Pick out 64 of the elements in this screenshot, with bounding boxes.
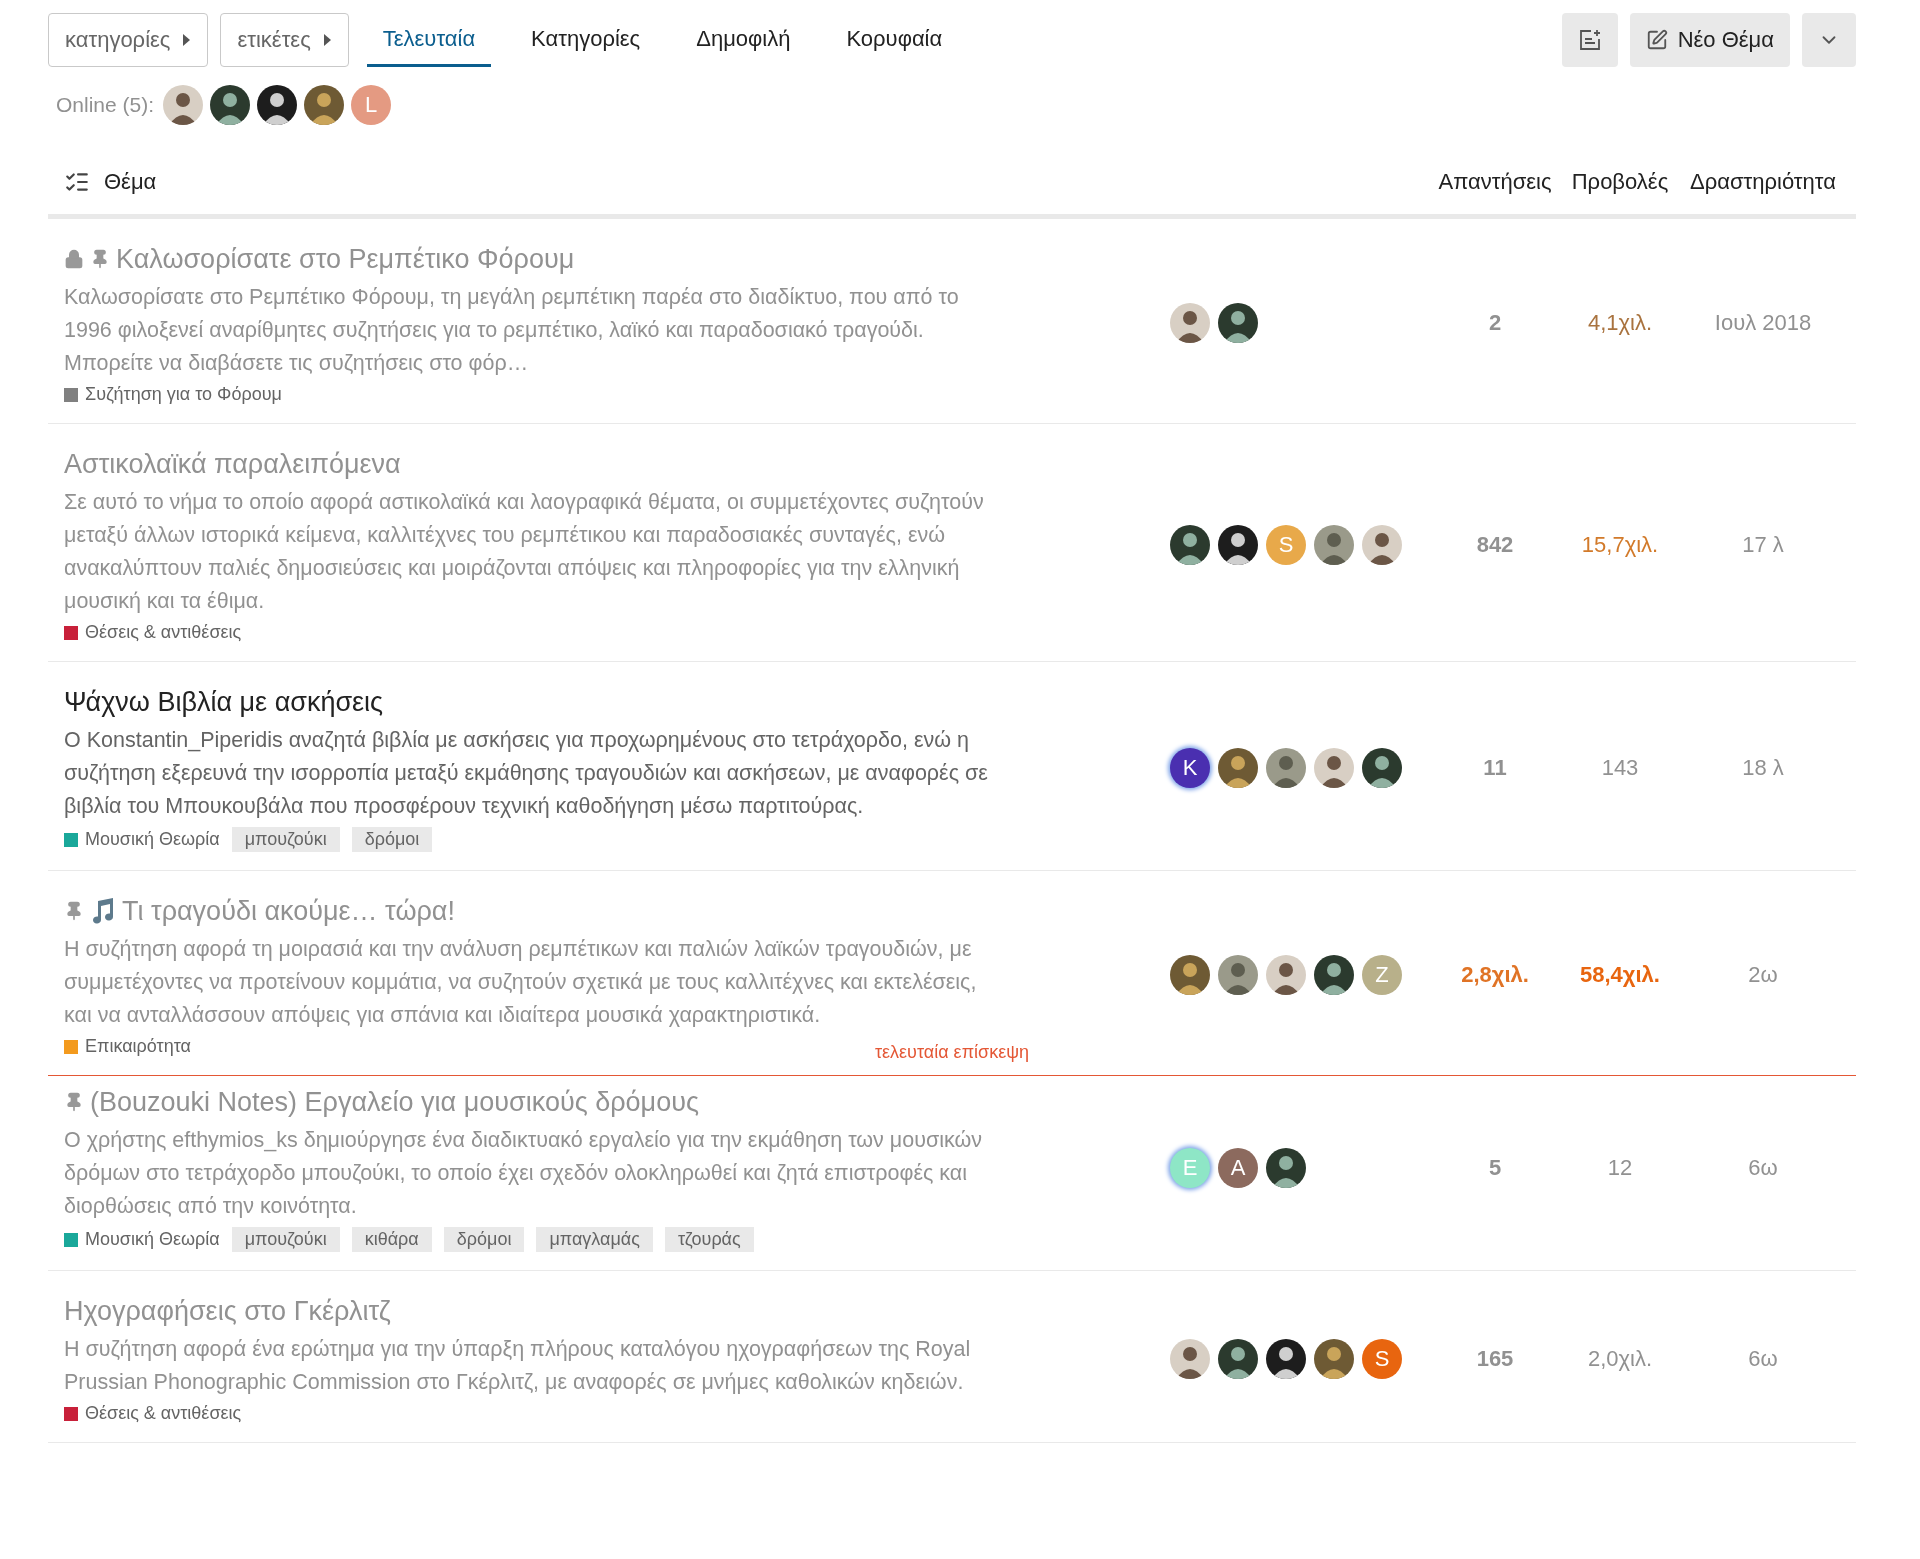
view-count: 15,7χιλ. xyxy=(1580,531,1660,558)
pin-icon xyxy=(64,1092,84,1112)
view-count: 58,4χιλ. xyxy=(1579,962,1661,988)
topic-title[interactable]: (Bouzouki Notes) Εργαλείο για μουσικούς δρόμους xyxy=(90,1084,699,1120)
activity-time[interactable]: 6ω xyxy=(1670,1155,1856,1181)
topic-title[interactable]: Ηχογραφήσεις στο Γκέρλιτζ xyxy=(64,1293,391,1329)
nav-tab[interactable]: Δημοφιλή xyxy=(680,13,807,67)
online-label: Online (5): xyxy=(56,93,155,117)
activity-time[interactable]: 6ω xyxy=(1670,1345,1856,1372)
column-header[interactable]: Θέμα xyxy=(104,169,157,195)
topic-tag[interactable]: τζουράς xyxy=(664,1227,754,1252)
topic-tag[interactable]: μπουζούκι xyxy=(231,827,340,852)
column-header[interactable]: Προβολές xyxy=(1570,169,1670,195)
topic-title[interactable]: Αστικολαϊκά παραλειπόμενα xyxy=(64,446,401,482)
view-count: 2,0χιλ. xyxy=(1586,1345,1654,1372)
topic-tag[interactable]: δρόμοι xyxy=(351,827,433,852)
topic-excerpt: Η συζήτηση αφορά ένα ερώτημα για την ύπαρξη πλήρους καταλόγου ηχογραφήσεων της Royal Prussian Phonographic Commission στο Γκέρλιτζ, με αναφορές σε μνήμες καθολικών κηδειών. xyxy=(64,1336,972,1396)
topic-tag[interactable]: κιθάρα xyxy=(351,1227,432,1252)
caret-icon xyxy=(322,33,332,47)
topic-excerpt: Ο χρήστης efthymios_ks δημιούργησε ένα διαδικτυακό εργαλείο για την εκμάθηση των μουσικών δρόμων στο τετράχορδο μπουζούκι, το οποίο έχει σχεδόν ολοκληρωθεί και ζητά επιστροφές και διορθώσεις από την κοινότητα. xyxy=(64,1127,983,1220)
activity-time[interactable]: 17 λ xyxy=(1670,531,1856,558)
column-header[interactable]: Δραστηριότητα xyxy=(1670,169,1856,195)
add-box-button[interactable] xyxy=(1561,13,1618,67)
lock-icon xyxy=(64,249,84,269)
activity-time[interactable]: 18 λ xyxy=(1670,755,1856,781)
topic-excerpt: Ο Konstantin_Piperidis αναζητά βιβλία με ασκήσεις για προχωρημένους στο τετράχορδο, ενώ η συζήτηση εξερευνά την ισορροπία μεταξύ εκμάθησης τραγουδιών και ασκήσεων, με αναφορές σε βιβλία του Μπουκουβάλα που προσφέρουν τεχνική καθοδήγηση μέσω παρτιτούρας. xyxy=(64,727,989,820)
category-name: Επικαιρότητα xyxy=(85,1036,191,1057)
category-link[interactable]: Επικαιρότητα xyxy=(64,1036,191,1057)
topic-title[interactable]: Καλωσορίσατε στο Ρεμπέτικο Φόρουμ xyxy=(116,241,575,277)
topic-excerpt: Σε αυτό το νήμα το οποίο αφορά αστικολαϊκά και λαογραφικά θέματα, οι συμμετέχοντες συζητούν μεταξύ άλλων ιστορικά κείμενα, καλλιτέχνες του ρεμπέτικου και παραδοσιακές συνταγές, ενώ ανακαλύπτουν παλιές δημοσιεύσεις και μοιράζονται απόψεις και πληροφορίες για την ελληνική μουσική και τα έθιμα. xyxy=(64,489,985,615)
topic-tag[interactable]: δρόμοι xyxy=(443,1227,525,1252)
topic-title[interactable]: Τι τραγούδι ακούμε… τώρα! xyxy=(122,893,455,929)
reply-count: 165 xyxy=(1475,1345,1515,1372)
reply-count: 2 xyxy=(1487,310,1503,336)
activity-time[interactable]: 2ω xyxy=(1670,962,1856,988)
topic-title[interactable]: Ψάχνω Βιβλία με ασκήσεις xyxy=(64,684,384,720)
view-count: 143 xyxy=(1600,755,1640,781)
filter-dropdown[interactable]: ετικέτες xyxy=(220,13,349,67)
topic-tag[interactable]: μπαγλαμάς xyxy=(536,1227,653,1252)
reply-count: 2,8χιλ. xyxy=(1460,962,1530,988)
reply-count: 11 xyxy=(1482,755,1508,781)
letter-avatar[interactable]: A xyxy=(1218,1148,1258,1188)
topic-tag[interactable]: μπουζούκι xyxy=(231,1227,340,1252)
activity-time[interactable]: Ιουλ 2018 xyxy=(1670,310,1856,336)
new-topic-button[interactable]: Νέο Θέμα xyxy=(1629,13,1790,67)
edit-icon xyxy=(1645,29,1668,51)
music-note-icon xyxy=(90,897,116,925)
reply-count: 5 xyxy=(1487,1155,1503,1181)
view-count: 4,1χιλ. xyxy=(1586,310,1654,336)
filter-dropdown[interactable]: κατηγορίες xyxy=(48,13,209,67)
column-header[interactable]: Απαντήσεις xyxy=(1420,169,1570,195)
pin-icon xyxy=(64,901,84,921)
view-count: 12 xyxy=(1606,1155,1634,1181)
letter-avatar[interactable]: S xyxy=(1362,1338,1402,1379)
topic-excerpt: Καλωσορίσατε στο Ρεμπέτικο Φόρουμ, τη μεγάλη ρεμπέτικη παρέα στο διαδίκτυο, που από το 1996 φιλοξενεί αναρίθμητες συζητήσεις για το ρεμπέτικο, λαϊκό και παραδοσιακό τραγούδι. Μπορείτε να διαβάσετε τις συζητήσεις στο φόρ… xyxy=(64,284,960,377)
pin-icon xyxy=(90,249,110,269)
topic-excerpt: Η συζήτηση αφορά τη μοιρασιά και την ανάλυση ρεμπέτικων και παλιών λαϊκών τραγουδιών, με συμμετέχοντες να προτείνουν κομμάτια, να συζητούν σχετικά με τους καλλιτέχνες και εκτελέσεις, και να ανταλλάσσουν απόψεις για σπάνια και ιδιαίτερα μουσικά χαρακτηριστικά. xyxy=(64,936,978,1029)
nav-tab[interactable]: Κατηγορίες xyxy=(515,13,657,67)
caret-icon xyxy=(182,33,192,47)
add-box-icon xyxy=(1577,28,1602,52)
nav-tab[interactable]: Τελευταία xyxy=(366,13,492,67)
reply-count: 842 xyxy=(1475,531,1515,558)
letter-avatar[interactable]: K xyxy=(1170,748,1210,788)
nav-tab[interactable]: Κορυφαία xyxy=(830,13,959,67)
